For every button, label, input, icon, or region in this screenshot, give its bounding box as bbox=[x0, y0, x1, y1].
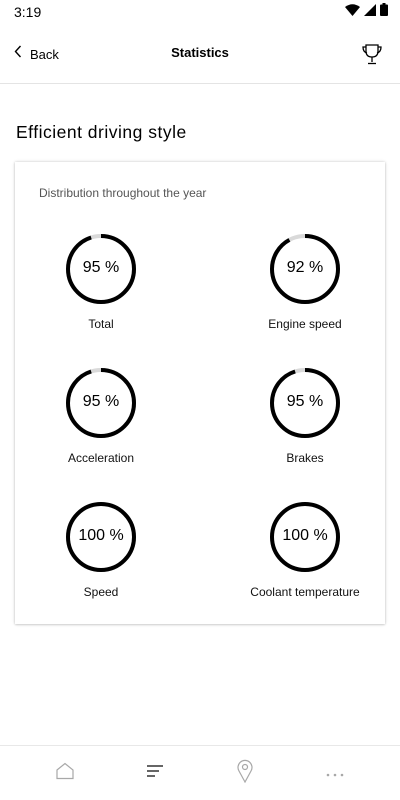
gauge-label: Total bbox=[88, 317, 114, 331]
battery-icon bbox=[380, 3, 388, 21]
status-bar: 3:19 bbox=[0, 0, 400, 24]
gauge-value: 95 % bbox=[82, 259, 120, 276]
wifi-icon bbox=[345, 3, 360, 21]
more-icon bbox=[325, 764, 345, 782]
nav-item-list[interactable] bbox=[141, 760, 169, 786]
gauge-label: Engine speed bbox=[268, 317, 342, 331]
status-icons bbox=[345, 3, 388, 21]
gauge-value: 92 % bbox=[286, 259, 324, 276]
home-icon bbox=[55, 762, 75, 785]
app-header: Back Statistics bbox=[0, 24, 400, 84]
gauge-value: 100 % bbox=[78, 527, 124, 544]
gauge-value: 100 % bbox=[282, 527, 328, 544]
gauge-value: 95 % bbox=[286, 393, 324, 410]
list-icon bbox=[145, 764, 165, 783]
statistics-card: Distribution throughout the year 95 % To… bbox=[15, 162, 385, 624]
page-title: Statistics bbox=[171, 45, 229, 60]
gauge-label: Brakes bbox=[286, 451, 324, 465]
section-title: Efficient driving style bbox=[16, 122, 187, 142]
gauge-label: Acceleration bbox=[67, 451, 135, 465]
nav-item-more[interactable] bbox=[321, 760, 349, 786]
card-subtitle: Distribution throughout the year bbox=[39, 186, 207, 200]
gauge-value: 95 % bbox=[82, 393, 120, 410]
trophy-button[interactable] bbox=[360, 42, 384, 66]
nav-item-home[interactable] bbox=[51, 760, 79, 786]
nav-item-map[interactable] bbox=[231, 759, 259, 788]
gauge-label: Coolant temperature bbox=[250, 585, 360, 599]
cellular-icon bbox=[364, 3, 376, 21]
gauge-label: Speed bbox=[83, 585, 119, 599]
map-pin-icon bbox=[236, 759, 254, 788]
trophy-icon bbox=[360, 44, 384, 70]
bottom-nav bbox=[0, 745, 400, 800]
status-time: 3:19 bbox=[14, 4, 42, 20]
